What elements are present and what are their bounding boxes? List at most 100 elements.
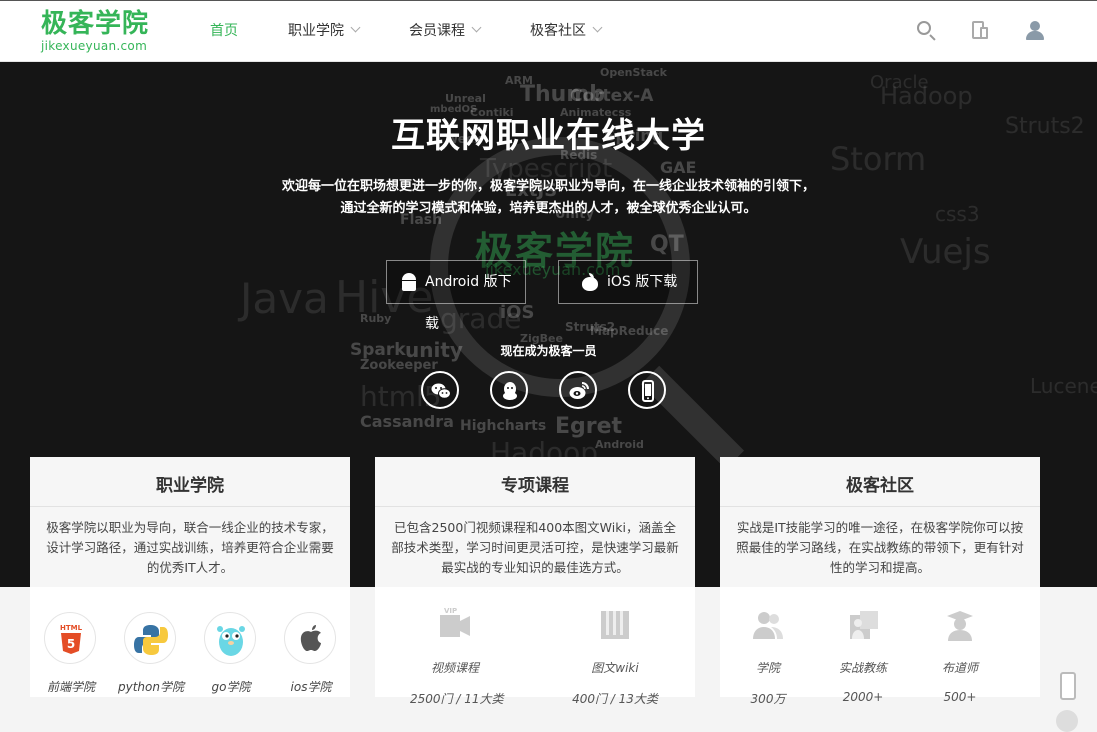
phone-icon[interactable] [628, 371, 666, 409]
nav-community[interactable]: 极客社区 [530, 1, 603, 62]
feature-students[interactable]: 学院 300万 [723, 607, 813, 707]
tech-keyword: OpenStack [600, 66, 667, 79]
chevron-down-icon [350, 22, 361, 33]
feature-label: 学院 [755, 661, 780, 675]
chevron-down-icon [592, 22, 603, 33]
feature-label: 图文wiki [591, 661, 639, 675]
school-label: 前端学院 [46, 680, 95, 694]
devices-icon[interactable] [969, 19, 993, 43]
feature-label: 布道师 [941, 661, 978, 675]
user-icon[interactable] [1023, 19, 1047, 43]
tech-keyword: Cassandra [360, 412, 454, 431]
coach-icon [846, 607, 880, 643]
feature-label: 实战教练 [838, 661, 887, 675]
qq-icon[interactable] [490, 371, 528, 409]
nav-home[interactable]: 首页 [210, 1, 238, 62]
feature-value: 500+ [943, 690, 977, 704]
social-login [421, 371, 666, 409]
tech-keyword: Cortex-A [570, 86, 654, 106]
mobile-app-icon[interactable] [1060, 672, 1076, 700]
svg-text:VIP: VIP [444, 607, 457, 615]
chevron-down-icon [471, 22, 482, 33]
divider [720, 506, 1040, 507]
apple-icon [284, 612, 336, 664]
main-nav: 首页 职业学院 会员课程 极客社区 [210, 1, 651, 62]
hero-title: 互联网职业在线大学 [391, 116, 706, 156]
logo[interactable]: 极客学院 jikexueyuan.com [41, 9, 153, 55]
hero-desc-line1: 欢迎每一位在职场想更进一步的你，极客学院以职业为导向，在一线企业技术领袖的引领下… [281, 179, 815, 194]
card-title: 职业学院 [156, 476, 224, 496]
feature-value: 400门 / 13大类 [572, 692, 658, 706]
card-description: 极客学院以职业为导向，联合一线企业的技术专家，设计学习路径，通过实战训练，培养更… [46, 520, 334, 575]
html5-icon: HTML 5 [44, 612, 96, 664]
card-title: 专项课程 [501, 476, 569, 496]
tech-keyword: Highcharts [460, 418, 547, 434]
card-career-college: 职业学院 极客学院以职业为导向，联合一线企业的技术专家，设计学习路径，通过实战训… [30, 457, 350, 697]
ios-download-button[interactable]: iOS 版下载 [558, 260, 698, 304]
feature-evangelists[interactable]: 布道师 500+ [915, 607, 1005, 704]
nav-member-courses[interactable]: 会员课程 [409, 1, 482, 62]
hero-description: 欢迎每一位在职场想更进一步的你，极客学院以职业为导向，在一线企业技术领袖的引领下… [0, 176, 1097, 220]
feature-video-courses[interactable]: VIP 视频课程 2500门 / 11大类 [410, 607, 504, 707]
feature-value: 2000+ [842, 690, 884, 704]
card-title: 极客社区 [846, 476, 914, 496]
mentor-icon [943, 607, 977, 643]
school-python[interactable]: python学院 [118, 612, 184, 695]
school-frontend[interactable]: HTML 5 前端学院 [44, 612, 98, 695]
card-header: 极客社区 实战是IT技能学习的唯一途径，在极客学院你可以按照最佳的学习路线，在实… [720, 457, 1040, 587]
card-header: 职业学院 极客学院以职业为导向，联合一线企业的技术专家，设计学习路径，通过实战训… [30, 457, 350, 587]
svg-text:5: 5 [67, 637, 75, 651]
back-to-top-button[interactable] [1056, 710, 1078, 732]
weibo-icon[interactable] [559, 371, 597, 409]
feature-coaches[interactable]: 实战教练 2000+ [818, 607, 908, 704]
search-icon[interactable] [915, 19, 939, 43]
android-download-button[interactable]: Android 版下载 [386, 260, 526, 332]
wechat-icon[interactable] [421, 371, 459, 409]
tech-keyword: GAE [660, 158, 697, 177]
divider [30, 506, 350, 507]
header-actions [915, 19, 1047, 43]
nav-career-label: 职业学院 [288, 23, 344, 39]
nav-career-college[interactable]: 职业学院 [288, 1, 361, 62]
tech-keyword: iOS [500, 302, 535, 323]
feature-value: 300万 [750, 692, 786, 706]
apple-icon [581, 273, 599, 291]
tech-keyword: Vuejs [900, 232, 991, 272]
tech-keyword: Lucene [1030, 374, 1097, 398]
nav-home-label: 首页 [210, 23, 238, 39]
school-label: ios学院 [290, 680, 332, 694]
divider [375, 506, 695, 507]
users-icon [751, 607, 785, 643]
school-label: python学院 [118, 680, 184, 694]
tech-keyword: Oracle [870, 72, 929, 93]
logo-text: 极客学院 [41, 9, 150, 39]
school-go[interactable]: go学院 [204, 612, 258, 695]
feature-value: 2500门 / 11大类 [410, 692, 504, 706]
tech-keyword: Ruby [360, 312, 392, 325]
card-header: 专项课程 已包含2500门视频课程和400本图文Wiki，涵盖全部技术类型，学习… [375, 457, 695, 587]
school-label: go学院 [211, 680, 251, 694]
ios-download-label: iOS 版下载 [607, 274, 678, 290]
card-special-courses: 专项课程 已包含2500门视频课程和400本图文Wiki，涵盖全部技术类型，学习… [375, 457, 695, 706]
gopher-icon [204, 612, 256, 664]
join-prompt: 现在成为极客一员 [500, 344, 597, 358]
video-icon: VIP [438, 607, 472, 643]
python-icon [124, 612, 176, 664]
tech-keyword: Java [240, 274, 329, 323]
card-description: 实战是IT技能学习的唯一途径，在极客学院你可以按照最佳的学习路线，在实战教练的带… [736, 520, 1024, 575]
tech-keyword: MapReduce [590, 324, 669, 338]
logo-domain: jikexueyuan.com [41, 39, 148, 53]
nav-community-label: 极客社区 [530, 23, 586, 39]
tech-keyword: QT [650, 232, 684, 257]
top-header: 极客学院 jikexueyuan.com 首页 职业学院 会员课程 极客社区 [0, 0, 1097, 62]
feature-wiki[interactable]: 图文wiki 400门 / 13大类 [570, 607, 660, 707]
tech-keyword: Android [595, 438, 644, 451]
feature-label: 视频课程 [430, 661, 479, 675]
nav-member-label: 会员课程 [409, 23, 465, 39]
card-description: 已包含2500门视频课程和400本图文Wiki，涵盖全部技术类型，学习时间更灵活… [391, 520, 679, 575]
wiki-icon [598, 607, 632, 643]
school-ios[interactable]: ios学院 [284, 612, 338, 695]
card-geek-community: 极客社区 实战是IT技能学习的唯一途径，在极客学院你可以按照最佳的学习路线，在实… [720, 457, 1040, 706]
android-icon [400, 273, 418, 291]
svg-text:HTML: HTML [60, 624, 83, 632]
